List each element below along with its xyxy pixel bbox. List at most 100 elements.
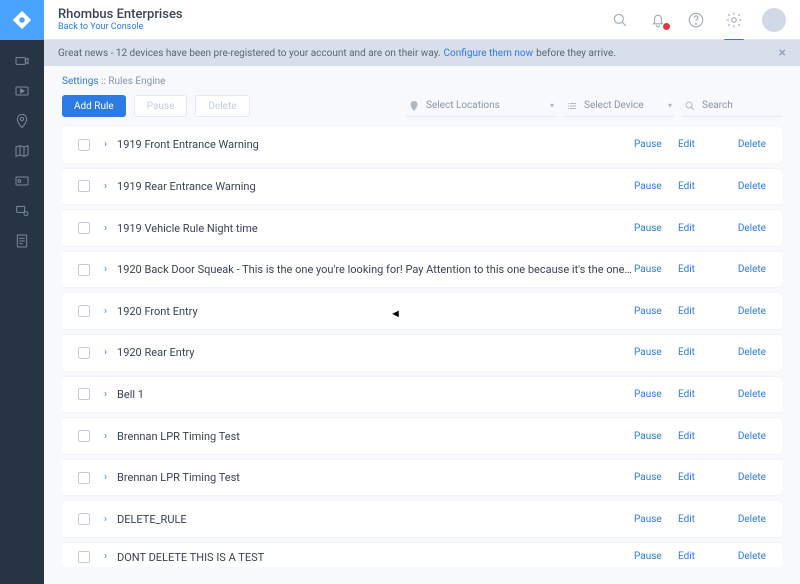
- toolbar: Add Rule Pause Delete Select Locations ▾…: [62, 95, 782, 117]
- rules-list: ›1919 Front Entrance WarningPauseEditDel…: [62, 127, 782, 567]
- rule-row: ›1920 Back Door Squeak - This is the one…: [62, 252, 782, 288]
- rule-row: › DELETE_RULEPauseEditDelete: [62, 501, 782, 537]
- rule-name: 1919 Front Entrance Warning: [117, 138, 634, 151]
- avatar[interactable]: [762, 8, 786, 32]
- delete-button[interactable]: Delete: [195, 95, 249, 117]
- row-delete-link[interactable]: Delete: [722, 514, 766, 525]
- row-checkbox[interactable]: [78, 472, 90, 484]
- help-icon[interactable]: [686, 10, 706, 30]
- expand-icon[interactable]: ›: [104, 347, 107, 358]
- row-pause-link[interactable]: Pause: [634, 472, 678, 483]
- breadcrumb: Settings :: Rules Engine: [62, 76, 782, 87]
- row-pause-link[interactable]: Pause: [634, 347, 678, 358]
- device-filter[interactable]: Select Device ▾: [564, 95, 674, 117]
- expand-icon[interactable]: ›: [104, 223, 107, 234]
- expand-icon[interactable]: ›: [104, 306, 107, 317]
- row-pause-link[interactable]: Pause: [634, 389, 678, 400]
- gear-icon[interactable]: [724, 10, 744, 30]
- row-delete-link[interactable]: Delete: [722, 223, 766, 234]
- row-checkbox[interactable]: [78, 388, 90, 400]
- expand-icon[interactable]: ›: [104, 514, 107, 525]
- row-edit-link[interactable]: Edit: [678, 264, 722, 275]
- rule-row: ›1920 Rear EntryPauseEditDelete: [62, 335, 782, 371]
- row-checkbox[interactable]: [78, 139, 90, 151]
- row-edit-link[interactable]: Edit: [678, 181, 722, 192]
- row-delete-link[interactable]: Delete: [722, 347, 766, 358]
- rule-name: DELETE_RULE: [117, 513, 634, 526]
- row-delete-link[interactable]: Delete: [722, 306, 766, 317]
- expand-icon[interactable]: ›: [104, 181, 107, 192]
- row-pause-link[interactable]: Pause: [634, 139, 678, 150]
- row-edit-link[interactable]: Edit: [678, 472, 722, 483]
- row-pause-link[interactable]: Pause: [634, 431, 678, 442]
- row-pause-link[interactable]: Pause: [634, 264, 678, 275]
- pin-icon: [408, 100, 420, 112]
- nav-cameras-icon[interactable]: [0, 46, 44, 76]
- rule-name: Brennan LPR Timing Test: [117, 430, 634, 443]
- row-edit-link[interactable]: Edit: [678, 389, 722, 400]
- nav-reports-icon[interactable]: [0, 226, 44, 256]
- notification-badge: [662, 22, 671, 31]
- back-to-console-link[interactable]: Back to Your Console: [58, 22, 183, 32]
- row-edit-link[interactable]: Edit: [678, 139, 722, 150]
- row-checkbox[interactable]: [78, 347, 90, 359]
- banner-text-post: before they arrive.: [536, 48, 616, 59]
- nav-cards-icon[interactable]: [0, 166, 44, 196]
- row-edit-link[interactable]: Edit: [678, 347, 722, 358]
- breadcrumb-root[interactable]: Settings: [62, 76, 99, 87]
- breadcrumb-leaf: Rules Engine: [108, 76, 165, 87]
- search-icon: [684, 100, 696, 112]
- row-checkbox[interactable]: [78, 430, 90, 442]
- row-edit-link[interactable]: Edit: [678, 431, 722, 442]
- add-rule-button[interactable]: Add Rule: [62, 95, 126, 117]
- chevron-down-icon: ▾: [668, 101, 672, 110]
- rule-row: › 1919 Front Entrance WarningPauseEditDel…: [62, 127, 782, 163]
- row-delete-link[interactable]: Delete: [722, 264, 766, 275]
- expand-icon[interactable]: ›: [104, 431, 107, 442]
- search-placeholder: Search: [702, 100, 733, 111]
- row-checkbox[interactable]: [78, 264, 90, 276]
- nav-devices-icon[interactable]: [0, 196, 44, 226]
- org-title: Rhombus Enterprises: [58, 7, 183, 23]
- row-checkbox[interactable]: [78, 513, 90, 525]
- row-pause-link[interactable]: Pause: [634, 551, 678, 562]
- row-pause-link[interactable]: Pause: [634, 223, 678, 234]
- banner-link[interactable]: Configure them now: [444, 48, 534, 59]
- close-icon[interactable]: ×: [779, 45, 786, 61]
- expand-icon[interactable]: ›: [104, 139, 107, 150]
- rule-name: 1919 Rear Entrance Warning: [117, 180, 634, 193]
- expand-icon[interactable]: ›: [104, 264, 107, 275]
- expand-icon[interactable]: ›: [104, 389, 107, 400]
- nav-map-icon[interactable]: [0, 136, 44, 166]
- row-delete-link[interactable]: Delete: [722, 389, 766, 400]
- row-delete-link[interactable]: Delete: [722, 431, 766, 442]
- pause-button[interactable]: Pause: [134, 95, 188, 117]
- row-pause-link[interactable]: Pause: [634, 306, 678, 317]
- row-delete-link[interactable]: Delete: [722, 139, 766, 150]
- row-pause-link[interactable]: Pause: [634, 181, 678, 192]
- row-checkbox[interactable]: [78, 180, 90, 192]
- row-edit-link[interactable]: Edit: [678, 551, 722, 562]
- nav-video-icon[interactable]: [0, 76, 44, 106]
- list-icon: [566, 100, 578, 112]
- row-checkbox[interactable]: [78, 222, 90, 234]
- bell-icon[interactable]: [648, 10, 668, 30]
- nav-location-icon[interactable]: [0, 106, 44, 136]
- logo[interactable]: [0, 0, 44, 40]
- location-filter[interactable]: Select Locations ▾: [406, 95, 556, 117]
- row-edit-link[interactable]: Edit: [678, 306, 722, 317]
- row-checkbox[interactable]: [78, 551, 90, 563]
- row-delete-link[interactable]: Delete: [722, 551, 766, 562]
- row-pause-link[interactable]: Pause: [634, 514, 678, 525]
- row-delete-link[interactable]: Delete: [722, 181, 766, 192]
- row-checkbox[interactable]: [78, 305, 90, 317]
- row-edit-link[interactable]: Edit: [678, 514, 722, 525]
- search-icon[interactable]: [610, 10, 630, 30]
- rule-row: ›DONT DELETE THIS IS A TESTPauseEditDele…: [62, 543, 782, 567]
- search-field[interactable]: Search: [682, 95, 782, 117]
- expand-icon[interactable]: ›: [104, 551, 107, 562]
- expand-icon[interactable]: ›: [104, 472, 107, 483]
- row-edit-link[interactable]: Edit: [678, 223, 722, 234]
- rule-name: Brennan LPR Timing Test: [117, 471, 634, 484]
- row-delete-link[interactable]: Delete: [722, 472, 766, 483]
